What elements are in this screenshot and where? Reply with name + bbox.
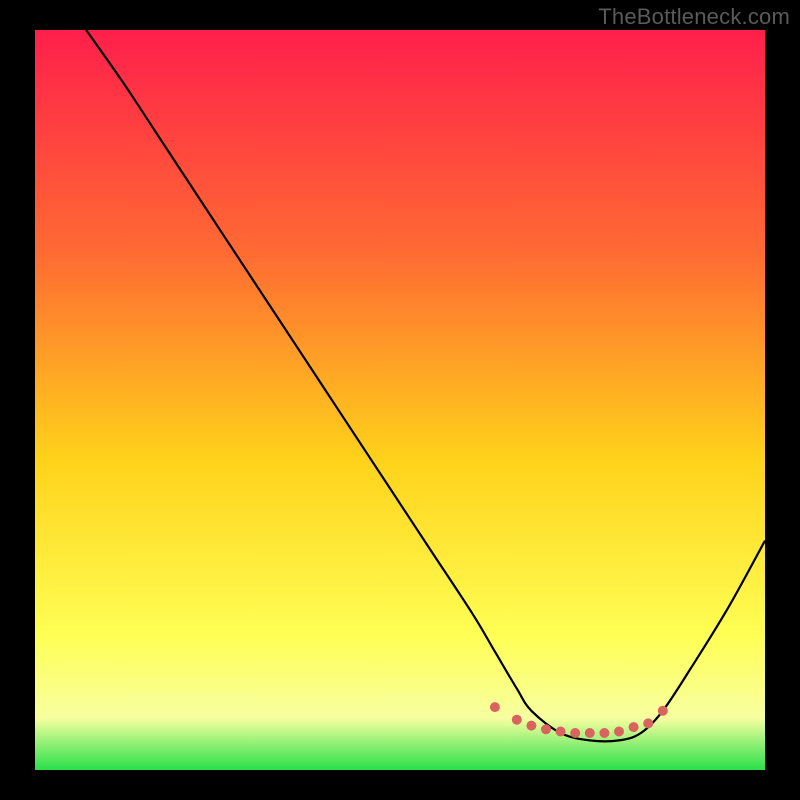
chart-frame: TheBottleneck.com (0, 0, 800, 800)
data-dot (490, 702, 500, 712)
data-dot (526, 721, 536, 731)
plot-area (35, 30, 765, 770)
data-dot (570, 728, 580, 738)
data-dot (512, 715, 522, 725)
data-dot (585, 728, 595, 738)
data-dot (556, 727, 566, 737)
data-dot (658, 706, 668, 716)
data-dot (541, 724, 551, 734)
data-dot (599, 728, 609, 738)
data-dot (629, 722, 639, 732)
chart-svg (0, 0, 800, 800)
data-dot (643, 718, 653, 728)
watermark-label: TheBottleneck.com (598, 4, 790, 30)
gradient-bg (35, 30, 765, 770)
data-dot (614, 727, 624, 737)
